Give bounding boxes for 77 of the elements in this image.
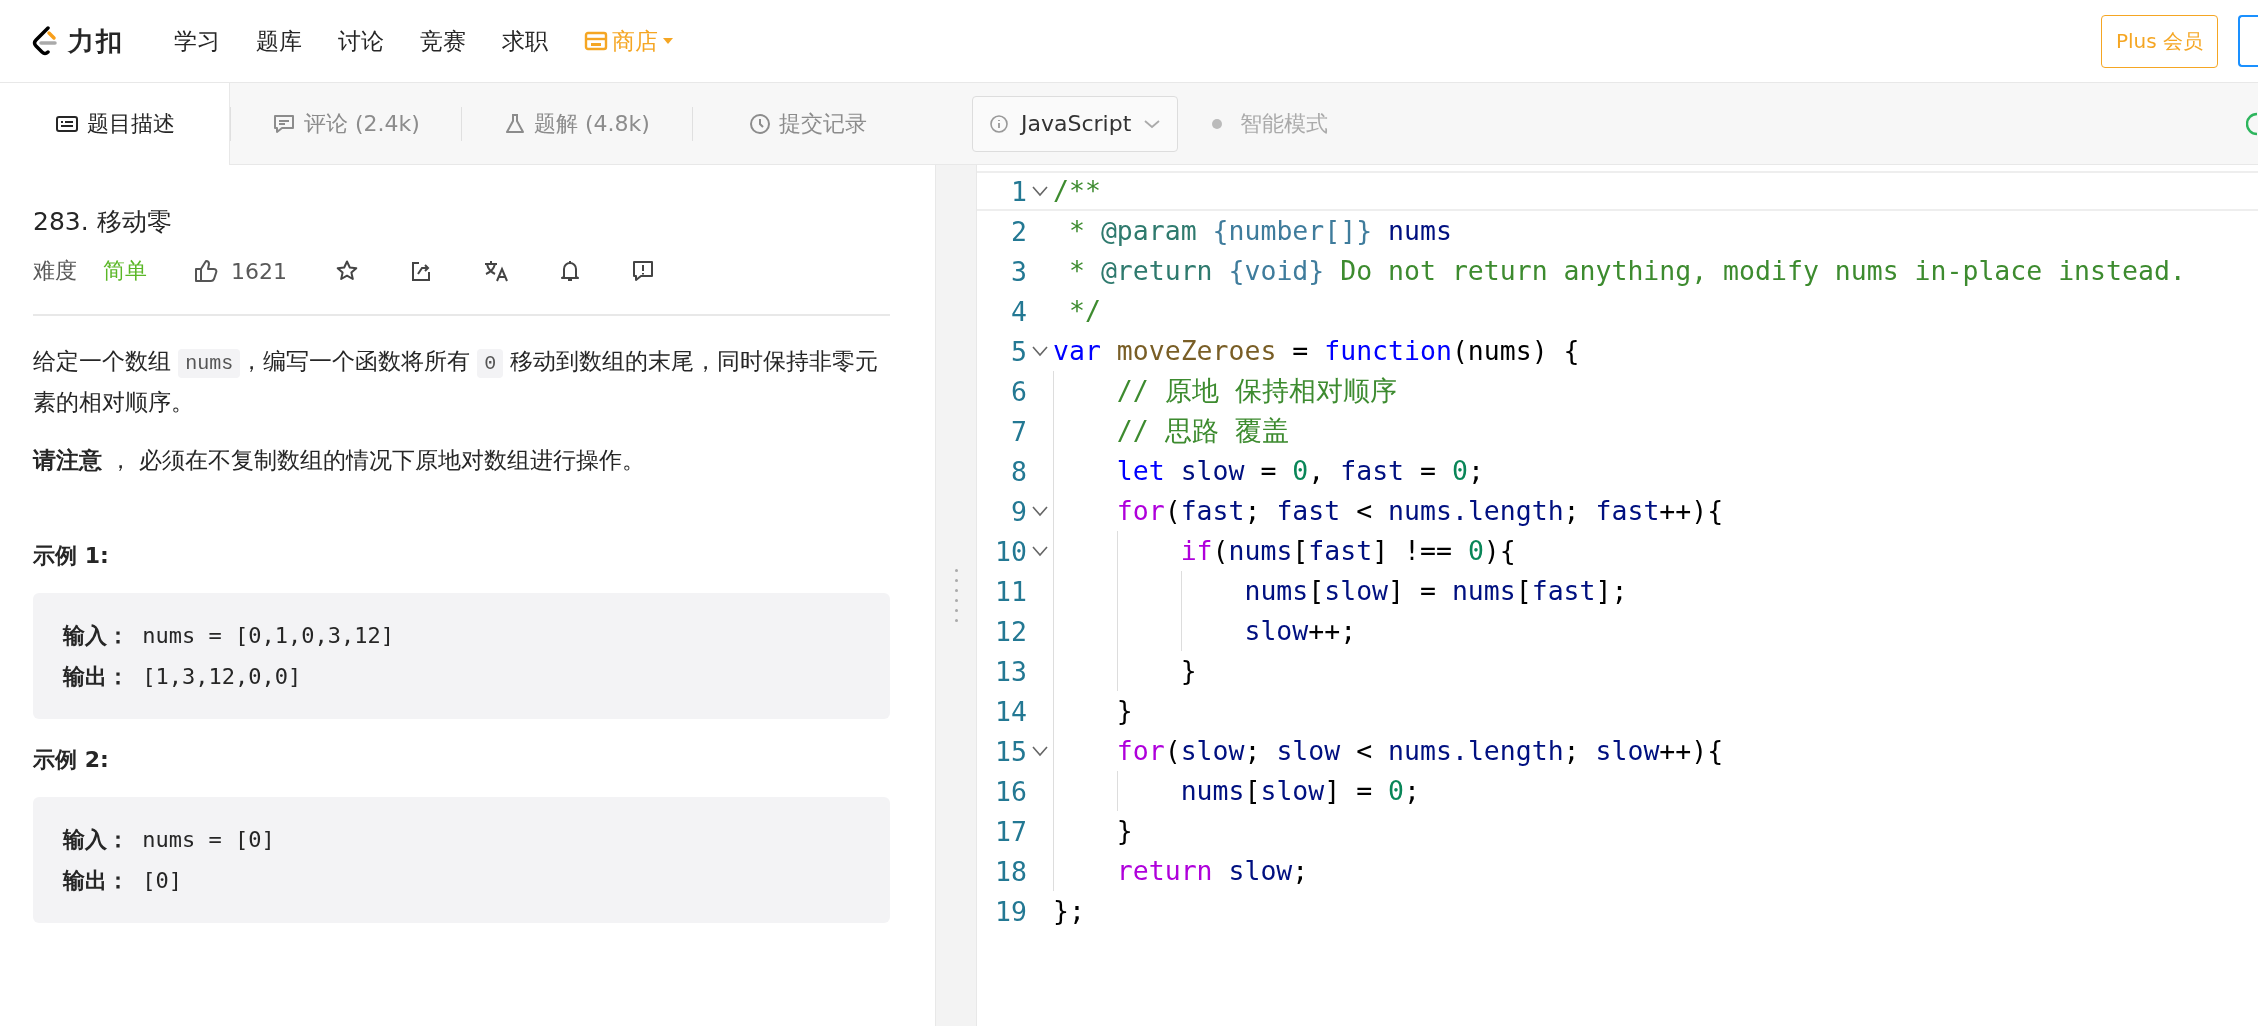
- code-line: for(slow; slow < nums.length; slow++){: [1053, 731, 1724, 771]
- code-line: slow++;: [1053, 611, 1357, 651]
- line-number: 11: [994, 575, 1027, 607]
- tab[interactable]: 题目描述: [0, 82, 230, 165]
- line-number: 17: [994, 815, 1027, 847]
- line-number: 1: [1010, 175, 1027, 207]
- line-number: 4: [1010, 295, 1027, 327]
- line-number: 6: [1010, 375, 1027, 407]
- example-heading: 示例 2:: [33, 746, 110, 774]
- line-number: 7: [1010, 415, 1027, 447]
- fold-chevron-icon[interactable]: [1031, 185, 1049, 197]
- chevron-down-icon: [1143, 117, 1162, 130]
- code-line: */: [1067, 294, 1101, 328]
- caret-icon: [662, 36, 674, 46]
- code-line: nums[slow] = nums[fast];: [1053, 571, 1628, 611]
- code-line: }: [1053, 811, 1133, 851]
- thumbs-up-icon[interactable]: [193, 258, 219, 284]
- fold-chevron-icon[interactable]: [1031, 545, 1049, 557]
- bell-icon[interactable]: [559, 259, 581, 283]
- nav-link[interactable]: 竞赛: [406, 17, 480, 65]
- line-number: 9: [1010, 495, 1027, 527]
- code-line: // 思路 覆盖: [1053, 411, 1289, 451]
- line-number: 15: [994, 735, 1027, 767]
- code-line: if(nums[fast] !== 0){: [1053, 531, 1516, 571]
- code-line: * @param {number[]} nums: [1067, 214, 1452, 248]
- problem-description: 给定一个数组 nums ，编写一个函数将所有 0 移动到数组的末尾，同时保持非零元素的相对顺序。: [33, 347, 880, 417]
- document-icon: [54, 113, 79, 134]
- difficulty-label: 难度: [33, 257, 77, 285]
- nav-link[interactable]: 题库: [242, 17, 316, 65]
- nav-link[interactable]: 求职: [488, 17, 562, 65]
- example-heading: 示例 1:: [33, 542, 110, 570]
- store-icon: [584, 30, 608, 52]
- example-block: 输入： nums = [0] 输出： [0]: [33, 797, 890, 923]
- sign-in-button[interactable]: [2238, 15, 2258, 67]
- fold-chevron-icon[interactable]: [1031, 345, 1049, 357]
- line-number: 19: [994, 895, 1027, 927]
- comment-icon: [272, 112, 297, 135]
- brand-name[interactable]: 力扣: [68, 23, 124, 59]
- problem-note: 请注意 ， 必须在不复制数组的情况下原地对数组进行操作。: [33, 446, 647, 475]
- line-number: 2: [1010, 215, 1027, 247]
- line-number: 8: [1010, 455, 1027, 487]
- code-line: let slow = 0, fast = 0;: [1053, 451, 1484, 491]
- line-number: 10: [994, 535, 1027, 567]
- info-icon: [989, 113, 1009, 134]
- line-number: 16: [994, 775, 1027, 807]
- line-number: 14: [994, 695, 1027, 727]
- code-line: nums[slow] = 0;: [1053, 771, 1420, 811]
- code-line: /**: [1053, 174, 1101, 208]
- like-count: 1621: [231, 258, 287, 284]
- line-number: 18: [994, 855, 1027, 887]
- resize-handle[interactable]: [935, 165, 977, 1026]
- line-number: 13: [994, 655, 1027, 687]
- line-number: 3: [1010, 255, 1027, 287]
- nav-link[interactable]: 讨论: [324, 17, 398, 65]
- code-line: };: [1053, 894, 1085, 928]
- feedback-icon[interactable]: [631, 259, 655, 283]
- line-number: 12: [994, 615, 1027, 647]
- code-line: * @return {void} Do not return anything, modify nums in-place instead.: [1067, 254, 2186, 288]
- code-line: // 原地 保持相对顺序: [1053, 371, 1397, 411]
- code-line: var moveZeroes = function(nums) {: [1053, 334, 1580, 368]
- translate-icon[interactable]: [483, 259, 509, 283]
- code-line: for(fast; fast < nums.length; fast++){: [1053, 491, 1724, 531]
- nav-link[interactable]: 学习: [160, 17, 234, 65]
- logo-icon[interactable]: [30, 25, 60, 57]
- code-line: }: [1053, 691, 1133, 731]
- example-block: 输入： nums = [0,1,0,3,12] 输出： [1,3,12,0,0]: [33, 593, 890, 719]
- problem-title: 283. 移动零: [33, 206, 173, 238]
- line-number: 5: [1010, 335, 1027, 367]
- star-icon[interactable]: [335, 259, 359, 283]
- difficulty-value: 简单: [103, 257, 147, 285]
- fold-chevron-icon[interactable]: [1031, 505, 1049, 517]
- fold-chevron-icon[interactable]: [1031, 745, 1049, 757]
- code-line: }: [1053, 651, 1197, 691]
- code-line: return slow;: [1053, 851, 1309, 891]
- language-dropdown[interactable]: JavaScript: [972, 95, 1179, 152]
- flask-icon: [504, 112, 527, 135]
- share-icon[interactable]: [409, 259, 433, 283]
